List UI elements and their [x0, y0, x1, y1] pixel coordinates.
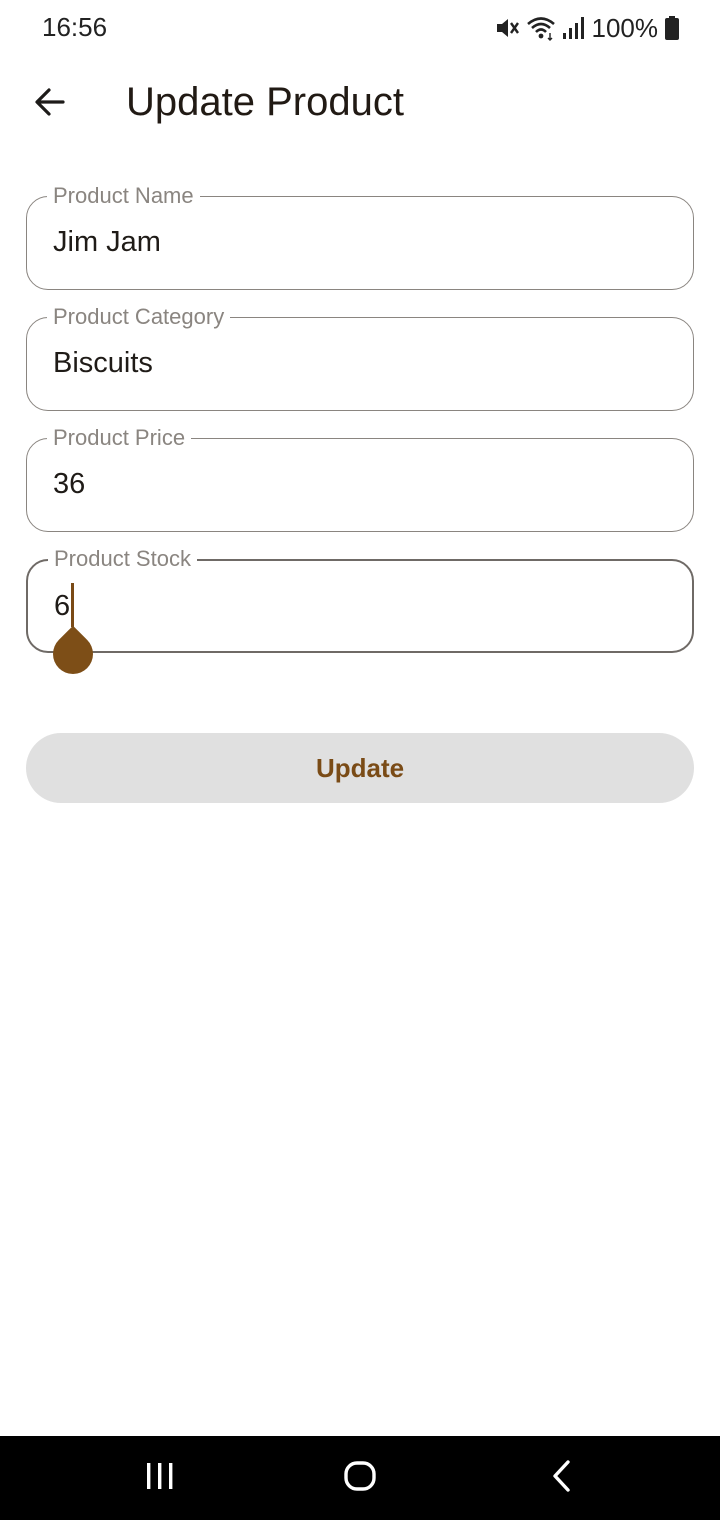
product-name-label: Product Name	[47, 183, 200, 209]
cursor-handle[interactable]	[44, 625, 102, 683]
recents-icon	[145, 1461, 175, 1496]
wifi-icon	[526, 15, 556, 41]
product-name-input[interactable]: Jim Jam	[53, 225, 161, 259]
status-icons: 100%	[494, 12, 681, 44]
product-price-field[interactable]: Product Price 36	[26, 425, 694, 532]
home-button[interactable]	[336, 1458, 384, 1498]
product-price-input[interactable]: 36	[53, 467, 85, 501]
text-cursor	[71, 583, 74, 627]
screen: 16:56 100% Update Product Product Name J…	[0, 0, 720, 1520]
nav-back-button[interactable]	[538, 1458, 586, 1498]
status-bar: 16:56 100%	[0, 0, 720, 56]
product-name-field[interactable]: Product Name Jim Jam	[26, 183, 694, 290]
app-bar: Update Product	[0, 60, 720, 148]
product-price-label: Product Price	[47, 425, 192, 451]
back-button[interactable]	[24, 78, 76, 130]
recents-button[interactable]	[136, 1458, 184, 1498]
product-category-label: Product Category	[47, 304, 231, 330]
product-category-input[interactable]: Biscuits	[53, 346, 153, 380]
product-stock-field[interactable]: Product Stock 6	[26, 546, 694, 683]
home-icon	[343, 1459, 377, 1498]
battery-percent: 100%	[591, 12, 659, 43]
arrow-back-icon	[33, 85, 67, 124]
update-button[interactable]: Update	[26, 733, 694, 803]
mute-icon	[494, 15, 520, 41]
product-stock-label: Product Stock	[48, 546, 197, 572]
battery-icon	[664, 15, 680, 41]
page-title: Update Product	[126, 80, 404, 124]
product-stock-input[interactable]: 6	[54, 589, 70, 623]
product-category-field[interactable]: Product Category Biscuits	[26, 304, 694, 411]
navigation-bar	[0, 1436, 720, 1520]
back-icon	[547, 1459, 577, 1498]
status-time: 16:56	[42, 12, 108, 42]
signal-icon	[562, 15, 586, 41]
